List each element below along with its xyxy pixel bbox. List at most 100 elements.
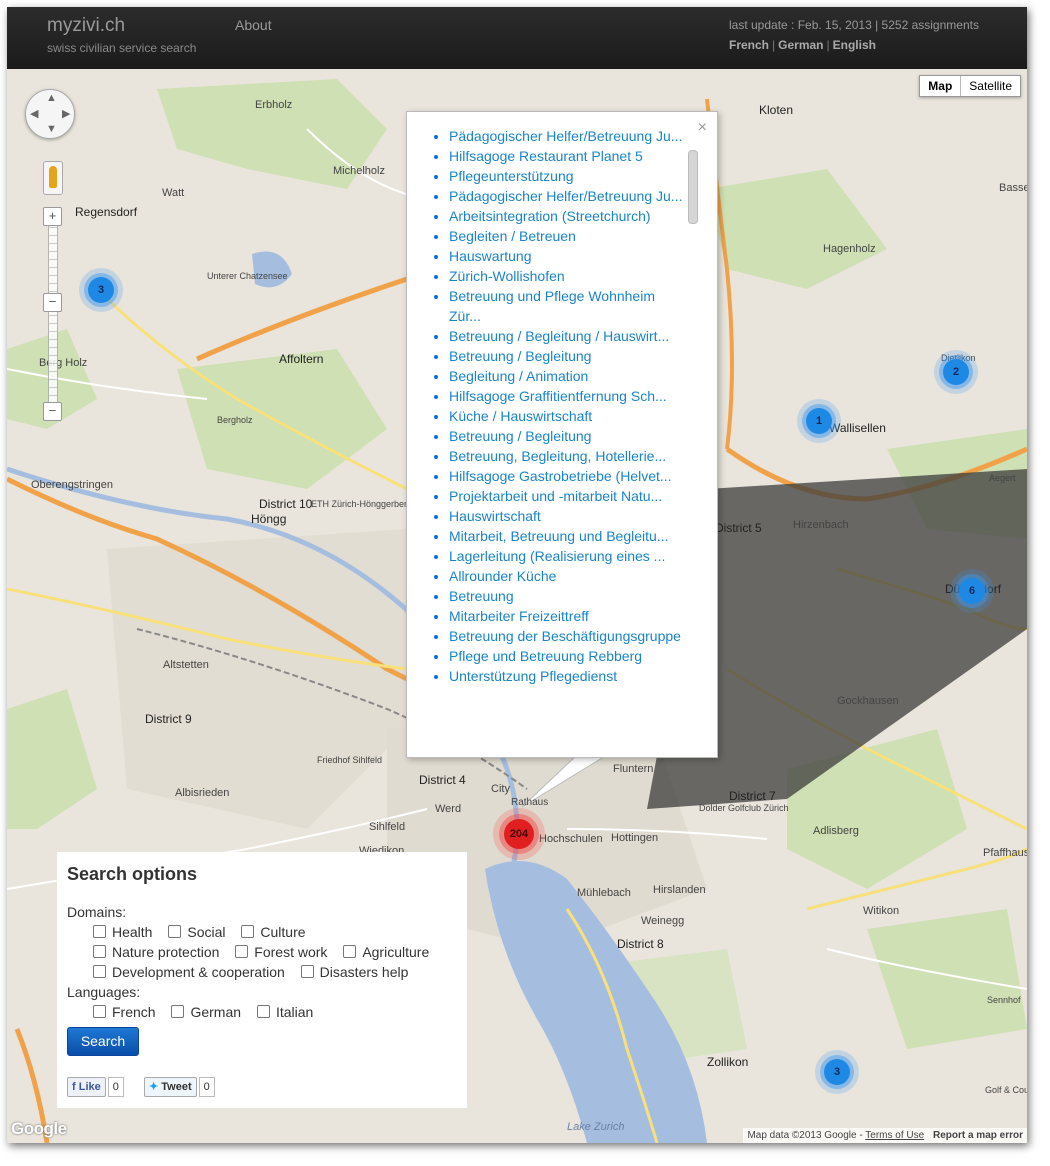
assignment-item-link[interactable]: Allrounder Küche	[449, 568, 556, 584]
marker-cluster[interactable]: 2	[943, 359, 969, 385]
assignment-item-link[interactable]: Pädagogischer Helfer/Betreuung Ju...	[449, 128, 682, 144]
brand-tagline: swiss civilian service search	[47, 41, 197, 55]
domains-row-2: Nature protection Forest work Agricultur…	[93, 944, 441, 960]
assignment-item-link[interactable]: Küche / Hauswirtschaft	[449, 408, 592, 424]
zoom-slider-handle[interactable]: −	[43, 293, 62, 312]
search-button[interactable]: Search	[67, 1027, 139, 1056]
assignment-item[interactable]: Mitarbeiter Freizeittreff	[449, 606, 689, 626]
assignment-item[interactable]: Hauswirtschaft	[449, 506, 689, 526]
culture-checkbox[interactable]	[241, 925, 255, 938]
assignment-item-link[interactable]: Projektarbeit und -mitarbeit Natu...	[449, 488, 662, 504]
pan-right-icon[interactable]: ▶	[62, 107, 70, 120]
zoom-out-button[interactable]: −	[43, 402, 62, 421]
assignment-item-link[interactable]: Hilfsagoge Graffitientfernung Sch...	[449, 388, 667, 404]
assignment-item-link[interactable]: Lagerleitung (Realisierung eines ...	[449, 548, 665, 564]
assignment-item[interactable]: Begleitung / Animation	[449, 366, 689, 386]
agriculture-checkbox[interactable]	[343, 945, 357, 958]
assignment-item[interactable]: Pflege und Betreuung Rebberg	[449, 646, 689, 666]
disasters-help-checkbox[interactable]	[300, 965, 314, 978]
assignment-item[interactable]: Betreuung, Begleitung, Hotellerie...	[449, 446, 689, 466]
report-error-link[interactable]: Report a map error	[933, 1130, 1023, 1141]
assignment-item[interactable]: Hauswartung	[449, 246, 689, 266]
assignment-item[interactable]: Pädagogischer Helfer/Betreuung Ju...	[449, 126, 689, 146]
pan-down-icon[interactable]: ▼	[46, 123, 57, 135]
map-type-map-button[interactable]: Map	[920, 76, 962, 96]
lang-german-link[interactable]: German	[778, 38, 823, 52]
assignment-item[interactable]: Betreuung und Pflege Wohnheim Zür...	[449, 286, 689, 326]
assignment-item[interactable]: Zürich-Wollishofen	[449, 266, 689, 286]
assignment-item-link[interactable]: Betreuung und Pflege Wohnheim Zür...	[449, 288, 655, 324]
assignment-item[interactable]: Allrounder Küche	[449, 566, 689, 586]
terms-of-use-link[interactable]: Terms of Use	[865, 1130, 924, 1141]
marker-cluster-selected[interactable]: 204	[504, 819, 534, 849]
nav-about-link[interactable]: About	[235, 17, 272, 33]
assignment-item-link[interactable]: Zürich-Wollishofen	[449, 268, 565, 284]
assignment-item[interactable]: Küche / Hauswirtschaft	[449, 406, 689, 426]
assignment-item[interactable]: Hilfsagoge Graffitientfernung Sch...	[449, 386, 689, 406]
assignment-item[interactable]: Unterstützung Pflegedienst	[449, 666, 689, 686]
assignment-item[interactable]: Pädagogischer Helfer/Betreuung Ju...	[449, 186, 689, 206]
pan-control[interactable]: ▲ ▼ ◀ ▶	[25, 89, 75, 139]
assignment-item-link[interactable]: Betreuung	[449, 588, 514, 604]
assignment-item-link[interactable]: Mitarbeiter Freizeittreff	[449, 608, 589, 624]
facebook-like-button[interactable]: f Like	[67, 1077, 106, 1097]
assignment-item-link[interactable]: Hauswirtschaft	[449, 508, 541, 524]
map-label: District 8	[617, 937, 664, 951]
assignment-item-link[interactable]: Hauswartung	[449, 248, 532, 264]
zoom-slider[interactable]	[48, 219, 58, 411]
zoom-in-button[interactable]: +	[43, 207, 62, 226]
pan-left-icon[interactable]: ◀	[30, 107, 38, 120]
marker-cluster[interactable]: 1	[806, 408, 832, 434]
assignment-item-link[interactable]: Hilfsagoge Restaurant Planet 5	[449, 148, 643, 164]
assignment-item-link[interactable]: Betreuung der Beschäftigungsgruppe	[449, 628, 681, 644]
tweet-button[interactable]: ✦ Tweet	[144, 1077, 197, 1097]
lang-english-link[interactable]: English	[833, 38, 876, 52]
assignment-item-link[interactable]: Betreuung / Begleitung / Hauswirt...	[449, 328, 669, 344]
assignment-item-link[interactable]: Betreuung / Begleitung	[449, 348, 591, 364]
assignment-item[interactable]: Betreuung / Begleitung / Hauswirt...	[449, 326, 689, 346]
assignment-item-link[interactable]: Begleiten / Betreuen	[449, 228, 576, 244]
assignment-item-link[interactable]: Begleitung / Animation	[449, 368, 588, 384]
assignment-item[interactable]: Betreuung / Begleitung	[449, 346, 689, 366]
development-cooperation-checkbox[interactable]	[93, 965, 106, 978]
italian-checkbox[interactable]	[256, 1005, 270, 1018]
lang-french-link[interactable]: French	[729, 38, 769, 52]
pegman-icon[interactable]	[43, 161, 63, 195]
assignment-item-link[interactable]: Pädagogischer Helfer/Betreuung Ju...	[449, 188, 682, 204]
assignment-item[interactable]: Betreuung / Begleitung	[449, 426, 689, 446]
assignment-item[interactable]: Hilfsagoge Restaurant Planet 5	[449, 146, 689, 166]
marker-cluster[interactable]: 3	[824, 1059, 850, 1085]
assignment-item-link[interactable]: Betreuung, Begleitung, Hotellerie...	[449, 448, 666, 464]
forest-work-checkbox[interactable]	[235, 945, 249, 958]
languages-label: Languages:	[67, 984, 141, 1000]
assignment-item[interactable]: Hilfsagoge Gastrobetriebe (Helvet...	[449, 466, 689, 486]
assignment-item-link[interactable]: Hilfsagoge Gastrobetriebe (Helvet...	[449, 468, 672, 484]
assignment-item-link[interactable]: Betreuung / Begleitung	[449, 428, 591, 444]
map-type-satellite-button[interactable]: Satellite	[961, 76, 1020, 96]
nature-protection-checkbox[interactable]	[93, 945, 106, 958]
disasters-help-label: Disasters help	[319, 964, 409, 980]
assignment-item-link[interactable]: Unterstützung Pflegedienst	[449, 668, 617, 684]
german-checkbox[interactable]	[171, 1005, 185, 1018]
assignment-item[interactable]: Lagerleitung (Realisierung eines ...	[449, 546, 689, 566]
french-checkbox[interactable]	[93, 1005, 106, 1018]
assignment-item[interactable]: Arbeitsintegration (Streetchurch)	[449, 206, 689, 226]
brand-title[interactable]: myzivi.ch	[47, 15, 125, 37]
assignment-item[interactable]: Betreuung der Beschäftigungsgruppe	[449, 626, 689, 646]
assignment-item[interactable]: Mitarbeit, Betreuung und Begleitu...	[449, 526, 689, 546]
marker-cluster[interactable]: 3	[88, 277, 114, 303]
assignment-item-link[interactable]: Mitarbeit, Betreuung und Begleitu...	[449, 528, 668, 544]
marker-cluster[interactable]: 6	[959, 578, 985, 604]
map-label: Oberengstringen	[31, 479, 113, 491]
health-checkbox[interactable]	[93, 925, 106, 938]
assignment-item-link[interactable]: Pflege und Betreuung Rebberg	[449, 648, 642, 664]
close-icon[interactable]: ×	[698, 119, 707, 137]
assignment-item[interactable]: Pflegeunterstützung	[449, 166, 689, 186]
assignment-item-link[interactable]: Pflegeunterstützung	[449, 168, 574, 184]
pan-up-icon[interactable]: ▲	[46, 92, 57, 104]
assignment-item[interactable]: Begleiten / Betreuen	[449, 226, 689, 246]
social-checkbox[interactable]	[168, 925, 182, 938]
assignment-item[interactable]: Projektarbeit und -mitarbeit Natu...	[449, 486, 689, 506]
assignment-item[interactable]: Betreuung	[449, 586, 689, 606]
assignment-item-link[interactable]: Arbeitsintegration (Streetchurch)	[449, 208, 651, 224]
